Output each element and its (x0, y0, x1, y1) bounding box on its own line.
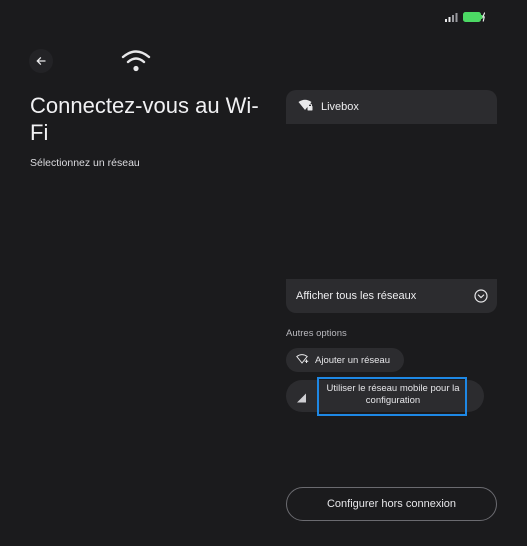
use-mobile-network-label: Utiliser le réseau mobile pour la config… (326, 383, 460, 406)
wifi-setup-screen: Connectez-vous au Wi-Fi Sélectionnez un … (0, 0, 527, 546)
configure-offline-button[interactable]: Configurer hors connexion (286, 487, 497, 521)
page-subtitle: Sélectionnez un réseau (30, 157, 140, 169)
network-item-livebox[interactable]: Livebox (286, 90, 497, 124)
network-list: Livebox (286, 90, 497, 124)
network-name: Livebox (321, 101, 359, 113)
show-all-networks-label: Afficher tous les réseaux (296, 290, 417, 302)
add-network-button[interactable]: Ajouter un réseau (286, 348, 404, 372)
show-all-networks-button[interactable]: Afficher tous les réseaux (286, 279, 497, 313)
arrow-left-icon (36, 56, 46, 66)
wifi-icon (121, 49, 151, 73)
wifi-add-icon (296, 351, 309, 369)
use-mobile-network-button[interactable]: Utiliser le réseau mobile pour la config… (286, 380, 484, 412)
back-button[interactable] (29, 49, 53, 73)
configure-offline-label: Configurer hors connexion (326, 498, 457, 510)
page-title: Connectez-vous au Wi-Fi (30, 93, 259, 145)
wifi-locked-icon (298, 98, 313, 116)
status-bar (445, 12, 485, 22)
cell-signal-icon (445, 12, 458, 22)
add-network-label: Ajouter un réseau (315, 354, 390, 366)
other-options-label: Autres options (286, 328, 347, 339)
cell-signal-icon (296, 390, 307, 408)
chevron-down-circle-icon (474, 289, 488, 303)
battery-charging-icon (463, 12, 485, 22)
